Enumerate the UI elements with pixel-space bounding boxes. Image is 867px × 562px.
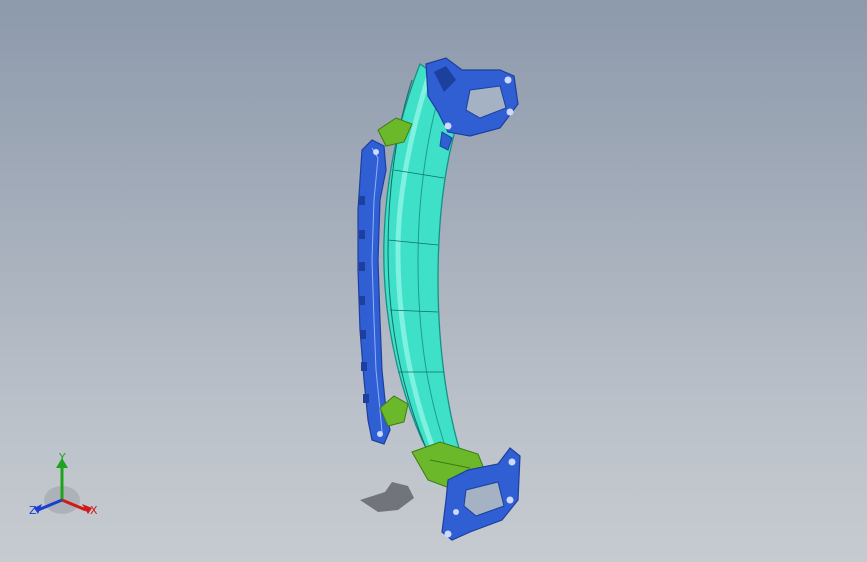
triad-z-label: Z xyxy=(29,504,37,517)
graphics-viewport[interactable]: Y X Z xyxy=(0,0,867,562)
triad-y-label: Y xyxy=(59,451,66,464)
bumper-beam-model[interactable] xyxy=(0,0,867,562)
triad-x-label: X xyxy=(90,504,98,517)
model-shadow xyxy=(360,482,414,512)
